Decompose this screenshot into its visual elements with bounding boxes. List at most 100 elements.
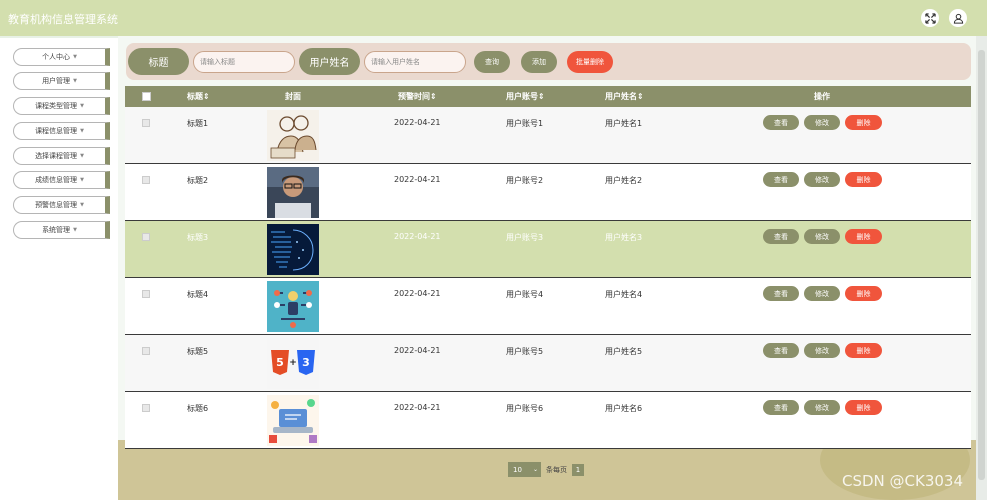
- column-header-cover: 封面: [285, 92, 301, 101]
- chevron-down-icon: ▼: [73, 54, 77, 60]
- column-header-warning-time[interactable]: 预警时间⇕: [398, 86, 437, 107]
- cell-username: 用户姓名4: [605, 290, 643, 299]
- row-checkbox[interactable]: [142, 119, 150, 127]
- page-number-current[interactable]: 1: [572, 463, 584, 476]
- sidebar-item-label: 个人中心: [42, 53, 71, 61]
- sort-icon: ⇕: [203, 92, 210, 101]
- cell-title: 标题3: [187, 233, 209, 242]
- edit-button[interactable]: 修改: [804, 400, 840, 415]
- sidebar-item-users[interactable]: 用户管理 ▼: [13, 72, 110, 90]
- add-button[interactable]: 添加: [521, 51, 557, 73]
- svg-text:5: 5: [276, 356, 284, 369]
- sidebar-item-grades[interactable]: 成绩信息管理 ▼: [13, 171, 110, 189]
- table-row: 标题5 5 3 + 2022-04-21 用户账号5 用户姓名5 查看 修改 删除: [125, 335, 971, 392]
- sidebar-item-label: 课程类型管理: [35, 102, 78, 110]
- cell-warning-time: 2022-04-21: [394, 403, 441, 412]
- table-row: 标题2 2022-04-21 用户账号2 用户姓名2 查看 修改 删除: [125, 164, 971, 221]
- row-checkbox[interactable]: [142, 233, 150, 241]
- cell-account: 用户账号5: [506, 347, 544, 356]
- delete-button[interactable]: 删除: [845, 400, 882, 415]
- sidebar-item-course-types[interactable]: 课程类型管理 ▼: [13, 97, 110, 115]
- cell-username: 用户姓名5: [605, 347, 643, 356]
- cell-account: 用户账号2: [506, 176, 544, 185]
- delete-button[interactable]: 删除: [845, 343, 882, 358]
- user-icon[interactable]: [949, 9, 967, 27]
- cell-account: 用户账号6: [506, 404, 544, 413]
- cover-image: [267, 395, 319, 446]
- sidebar-item-label: 成绩信息管理: [35, 176, 78, 184]
- sidebar-item-course-selection[interactable]: 选择课程管理 ▼: [13, 147, 110, 165]
- sidebar-item-label: 用户管理: [42, 77, 71, 85]
- cover-image: [267, 110, 319, 161]
- table-row: 标题3 2022-04-21 用户账号3 用户姓名3 查看 修改 删除: [125, 221, 971, 278]
- sidebar-item-system[interactable]: 系统管理 ▼: [13, 221, 110, 239]
- row-checkbox[interactable]: [142, 176, 150, 184]
- sidebar-item-label: 课程信息管理: [35, 127, 78, 135]
- edit-button[interactable]: 修改: [804, 229, 840, 244]
- data-table: 标题⇕ 封面 预警时间⇕ 用户账号⇕ 用户姓名⇕ 操作 标题1 2022-04-…: [125, 86, 971, 451]
- view-button[interactable]: 查看: [763, 115, 799, 130]
- sort-icon: ⇕: [538, 92, 545, 101]
- sidebar-item-label: 预警信息管理: [35, 201, 78, 209]
- batch-delete-button[interactable]: 批量删除: [567, 51, 613, 73]
- delete-button[interactable]: 删除: [845, 115, 882, 130]
- column-header-label: 预警时间: [398, 92, 430, 101]
- chevron-down-icon: ▼: [80, 103, 84, 109]
- query-button[interactable]: 查询: [474, 51, 510, 73]
- column-header-username[interactable]: 用户姓名⇕: [605, 86, 644, 107]
- sidebar-item-warnings[interactable]: 预警信息管理 ▼: [13, 196, 110, 214]
- table-row: 标题6 2022-04-21 用户账号6 用户姓名6 查看 修改 删除: [125, 392, 971, 449]
- sort-icon: ⇕: [637, 92, 644, 101]
- app-title: 教育机构信息管理系统: [8, 13, 118, 26]
- pagination: 10 ⌄ 条每页 1: [508, 462, 584, 477]
- cell-warning-time: 2022-04-21: [394, 118, 441, 127]
- cell-title: 标题1: [187, 119, 209, 128]
- delete-button[interactable]: 删除: [845, 172, 882, 187]
- chevron-down-icon: ▼: [80, 177, 84, 183]
- chevron-down-icon: ▼: [73, 227, 77, 233]
- svg-text:3: 3: [302, 356, 310, 369]
- column-header-actions: 操作: [814, 92, 830, 101]
- cell-title: 标题4: [187, 290, 209, 299]
- edit-button[interactable]: 修改: [804, 172, 840, 187]
- cell-title: 标题6: [187, 404, 209, 413]
- view-button[interactable]: 查看: [763, 172, 799, 187]
- select-all-checkbox[interactable]: [142, 92, 151, 101]
- view-button[interactable]: 查看: [763, 229, 799, 244]
- row-checkbox[interactable]: [142, 404, 150, 412]
- edit-button[interactable]: 修改: [804, 286, 840, 301]
- chevron-down-icon: ▼: [73, 78, 77, 84]
- title-search-input[interactable]: [193, 51, 295, 73]
- username-search-input[interactable]: [364, 51, 466, 73]
- delete-button[interactable]: 删除: [845, 286, 882, 301]
- row-checkbox[interactable]: [142, 290, 150, 298]
- sidebar-item-personal-center[interactable]: 个人中心 ▼: [13, 48, 110, 66]
- view-button[interactable]: 查看: [763, 286, 799, 301]
- sidebar-item-course-info[interactable]: 课程信息管理 ▼: [13, 122, 110, 140]
- per-page-label: 条每页: [546, 465, 567, 474]
- column-header-title[interactable]: 标题⇕: [187, 86, 210, 107]
- svg-text:+: +: [289, 358, 297, 368]
- table-header: 标题⇕ 封面 预警时间⇕ 用户账号⇕ 用户姓名⇕ 操作: [125, 86, 971, 107]
- column-header-label: 标题: [187, 92, 203, 101]
- table-row: 标题1 2022-04-21 用户账号1 用户姓名1 查看 修改 删除: [125, 107, 971, 164]
- row-checkbox[interactable]: [142, 347, 150, 355]
- fullscreen-icon[interactable]: [921, 9, 939, 27]
- view-button[interactable]: 查看: [763, 343, 799, 358]
- cell-username: 用户姓名3: [605, 233, 643, 242]
- delete-button[interactable]: 删除: [845, 229, 882, 244]
- view-button[interactable]: 查看: [763, 400, 799, 415]
- cell-account: 用户账号3: [506, 233, 544, 242]
- chevron-down-icon: ⌄: [532, 466, 538, 473]
- cell-warning-time: 2022-04-21: [394, 232, 441, 241]
- cover-image: 5 3 +: [267, 338, 319, 389]
- cell-title: 标题2: [187, 176, 209, 185]
- page-size-value: 10: [513, 465, 522, 474]
- edit-button[interactable]: 修改: [804, 343, 840, 358]
- column-header-account[interactable]: 用户账号⇕: [506, 86, 545, 107]
- sidebar-item-label: 系统管理: [42, 226, 71, 234]
- scrollbar-thumb[interactable]: [978, 50, 985, 480]
- page-size-select[interactable]: 10 ⌄: [508, 462, 541, 477]
- watermark: CSDN @CK3034: [842, 472, 964, 490]
- edit-button[interactable]: 修改: [804, 115, 840, 130]
